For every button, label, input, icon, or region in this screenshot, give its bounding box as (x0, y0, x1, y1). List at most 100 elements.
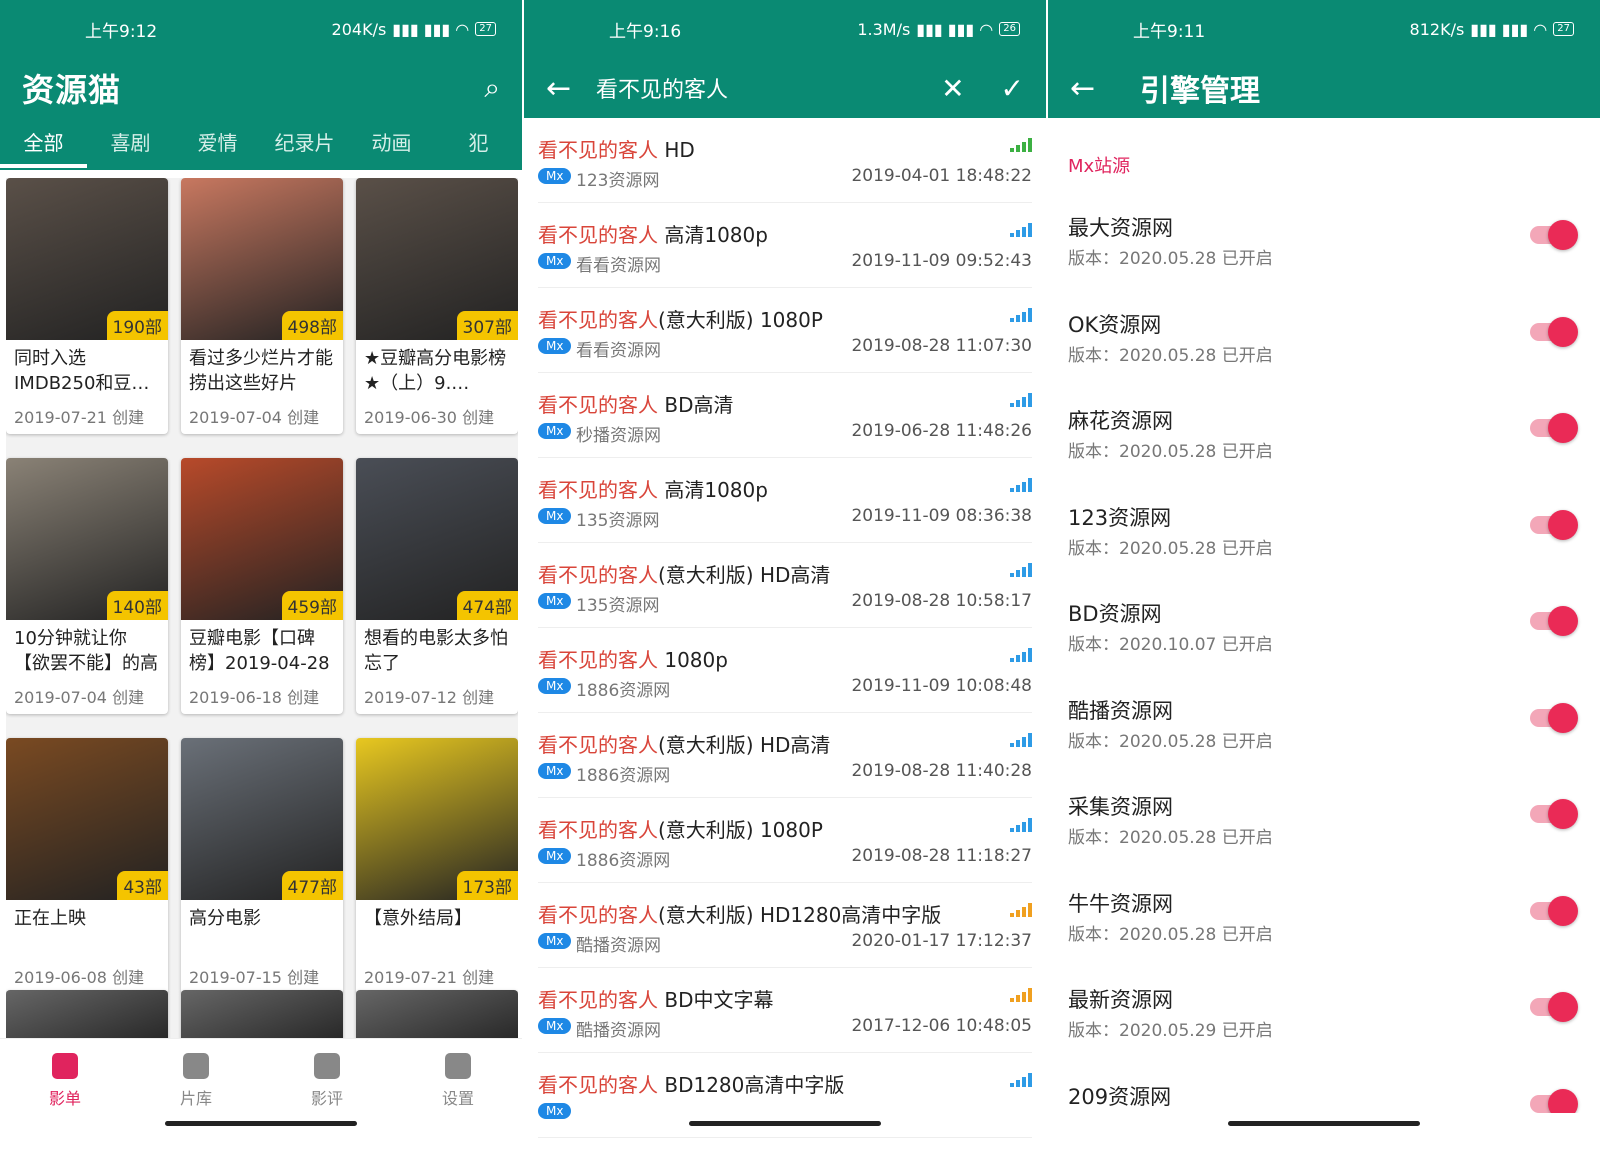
result-row[interactable]: 看不见的客人 HD Mx 123资源网 2019-04-01 18:48:22 (538, 118, 1032, 203)
status-time: 上午9:16 (609, 21, 682, 42)
result-row[interactable]: 看不见的客人 BD中文字幕 Mx 酷播资源网 2017-12-06 10:48:05 (538, 968, 1032, 1053)
playlist-card[interactable]: 190部 同时入选 IMDB250和豆… 2019-07-21 创建 (6, 178, 168, 434)
result-title-rest: HD (658, 138, 695, 162)
playlist-card[interactable]: 459部 豆瓣电影【口碑榜】2019-04-28 2019-06-18 创建 (181, 458, 343, 714)
source-name: 1886资源网 (576, 851, 671, 871)
source-name: 1886资源网 (576, 766, 671, 786)
result-row[interactable]: 看不见的客人(意大利版) 1080P Mx 1886资源网 2019-08-28 11… (538, 798, 1032, 883)
result-row[interactable]: 看不见的客人 1080p Mx 1886资源网 2019-11-09 10:08:48 (538, 628, 1032, 713)
engine-name: 209资源网 (1068, 1084, 1172, 1109)
result-row[interactable]: 看不见的客人(意大利版) 1080P Mx 看看资源网 2019-08-28 11:0… (538, 288, 1032, 373)
playlist-card-partial[interactable] (181, 990, 343, 1038)
result-row[interactable]: 看不见的客人(意大利版) HD高清 Mx 135资源网 2019-08-28 10:5… (538, 543, 1032, 628)
panel-list-home: 上午9:12 204K/s ▮▮▮ ▮▮▮ ◠ 27 资源猫 ⌕ 全部 喜剧 爱情 纪录片… (0, 0, 522, 1156)
result-date: 2019-11-09 10:08:48 (851, 676, 1032, 696)
result-title: 看不见的客人 HD (538, 134, 695, 163)
result-row[interactable]: 看不见的客人 BD高清 Mx 秒播资源网 2019-06-28 11:48:26 (538, 373, 1032, 458)
tab-item[interactable]: 喜剧 (87, 127, 174, 168)
nav-label: 片库 (179, 1089, 212, 1108)
engine-version: 版本：2020.05.28 已开启 (1068, 924, 1273, 945)
category-tabs: 全部 喜剧 爱情 纪录片 动画犯 (0, 118, 522, 168)
engine-row: 209资源网 (1048, 1047, 1600, 1113)
signal-strength-icon (1010, 391, 1032, 407)
tab-item[interactable]: 犯 (435, 127, 522, 168)
result-title: 看不见的客人(意大利版) 1080P (538, 814, 823, 843)
engine-toggle[interactable] (1530, 1088, 1578, 1113)
result-date: 2019-11-09 08:36:38 (851, 506, 1032, 526)
result-title-rest: (意大利版) 1080P (658, 818, 823, 842)
nav-settings[interactable]: 设置 (418, 1053, 498, 1109)
playlist-card[interactable]: 173部 【意外结局】 2019-07-21 创建 (356, 738, 518, 994)
engine-toggle[interactable] (1530, 702, 1578, 733)
playlist-card[interactable]: 474部 想看的电影太多怕忘了 2019-07-12 创建 (356, 458, 518, 714)
result-date: 2019-08-28 11:18:27 (851, 846, 1032, 866)
engine-name: 麻花资源网 (1068, 409, 1173, 433)
engine-toggle[interactable] (1530, 606, 1578, 636)
result-title-rest: (意大利版) HD高清 (658, 563, 831, 587)
close-icon[interactable]: ✕ (941, 72, 964, 105)
engine-name: 酷播资源网 (1068, 698, 1173, 723)
result-row[interactable]: 看不见的客人 高清1080p Mx 135资源网 2019-11-09 08:36:3… (538, 458, 1032, 543)
result-title-rest: BD1280高清中字版 (658, 1073, 845, 1097)
poster-image: 474部 (356, 458, 518, 620)
source-name: 看看资源网 (576, 256, 661, 276)
result-row[interactable]: 看不见的客人(意大利版) HD高清 Mx 1886资源网 2019-08-28 11:… (538, 713, 1032, 798)
engine-toggle[interactable] (1530, 799, 1578, 829)
net-speed: 204K/s (331, 19, 387, 39)
source-name: 123资源网 (576, 171, 660, 191)
playlist-card[interactable]: 43部 正在上映 2019-06-08 创建 (6, 738, 168, 994)
source-badge: Mx (538, 593, 572, 609)
engine-version: 版本：2020.05.28 已开启 (1068, 731, 1273, 752)
card-title: 【意外结局】 (364, 908, 472, 929)
nav-playlist[interactable]: 影单 (25, 1053, 105, 1109)
search-icon[interactable]: ⌕ (484, 71, 500, 105)
net-speed: 1.3M/s (857, 19, 911, 39)
tab-item[interactable]: 爱情 (174, 127, 261, 168)
engine-toggle[interactable] (1530, 413, 1578, 443)
playlist-card[interactable]: 140部 10分钟就让你【欲罢不能】的高分… 2019-07-04 创建 (6, 458, 168, 714)
engine-version: 版本：2020.05.28 已开启 (1068, 828, 1273, 848)
engine-toggle[interactable] (1530, 992, 1578, 1022)
poster-image: 140部 (6, 458, 168, 620)
result-date: 2019-04-01 18:48:22 (851, 166, 1032, 186)
item-count-badge: 477部 (281, 871, 343, 900)
playlist-card-partial[interactable] (6, 990, 168, 1038)
card-title: 正在上映 (14, 908, 86, 929)
result-title: 看不见的客人 BD高清 (538, 389, 733, 418)
card-title: 同时入选 IMDB250和豆… (14, 348, 150, 394)
result-title-highlight: 看不见的客人 (538, 648, 658, 672)
check-icon[interactable]: ✓ (1001, 72, 1024, 105)
nav-label: 设置 (441, 1089, 474, 1108)
card-date: 2019-06-08 创建 (14, 968, 145, 987)
engine-name: 牛牛资源网 (1068, 891, 1173, 916)
result-row[interactable]: 看不见的客人(意大利版) HD1280高清中字版 Mx 酷播资源网 2020-01-1… (538, 883, 1032, 968)
card-date: 2019-06-30 创建 (364, 408, 495, 427)
result-row[interactable]: 看不见的客人 高清1080p Mx 看看资源网 2019-11-09 09:52:43 (538, 203, 1032, 288)
result-title: 看不见的客人(意大利版) HD1280高清中字版 (538, 899, 941, 928)
item-count-badge: 474部 (456, 591, 518, 620)
tab-item[interactable]: 纪录片 (261, 127, 348, 168)
tab-item[interactable]: 全部 (0, 127, 87, 168)
engine-toggle[interactable] (1530, 509, 1578, 540)
result-title-rest: 1080p (658, 648, 728, 672)
result-title-rest: (意大利版) 1080P (658, 308, 823, 332)
card-date: 2019-07-12 创建 (364, 688, 495, 707)
search-input[interactable]: 看不见的客人 (596, 72, 905, 104)
nav-library[interactable]: 片库 (156, 1053, 236, 1109)
back-arrow-icon[interactable]: ← (546, 71, 596, 106)
playlist-card[interactable]: 477部 高分电影 2019-07-15 创建 (181, 738, 343, 994)
back-arrow-icon[interactable]: ← (1070, 71, 1120, 106)
playlist-card[interactable]: 307部 ★豆瓣高分电影榜★（上）9.… 2019-06-30 创建 (356, 178, 518, 434)
nav-review[interactable]: 影评 (287, 1053, 367, 1109)
tab-item[interactable]: 动画 (348, 127, 435, 168)
app-bar: ← 引擎管理 (1048, 58, 1600, 118)
library-icon (183, 1053, 209, 1079)
engine-toggle[interactable] (1530, 895, 1578, 926)
signal-strength-icon (1010, 1071, 1032, 1087)
playlist-card[interactable]: 498部 看过多少烂片才能捞出这些好片 2019-07-04 创建 (181, 178, 343, 434)
playlist-card-partial[interactable] (356, 990, 518, 1038)
engine-name: OK资源网 (1068, 312, 1162, 337)
status-bar: 上午9:11 812K/s ▮▮▮ ▮▮▮ ◠ 27 (1048, 0, 1600, 58)
engine-toggle[interactable] (1530, 220, 1578, 250)
engine-toggle[interactable] (1530, 316, 1578, 347)
